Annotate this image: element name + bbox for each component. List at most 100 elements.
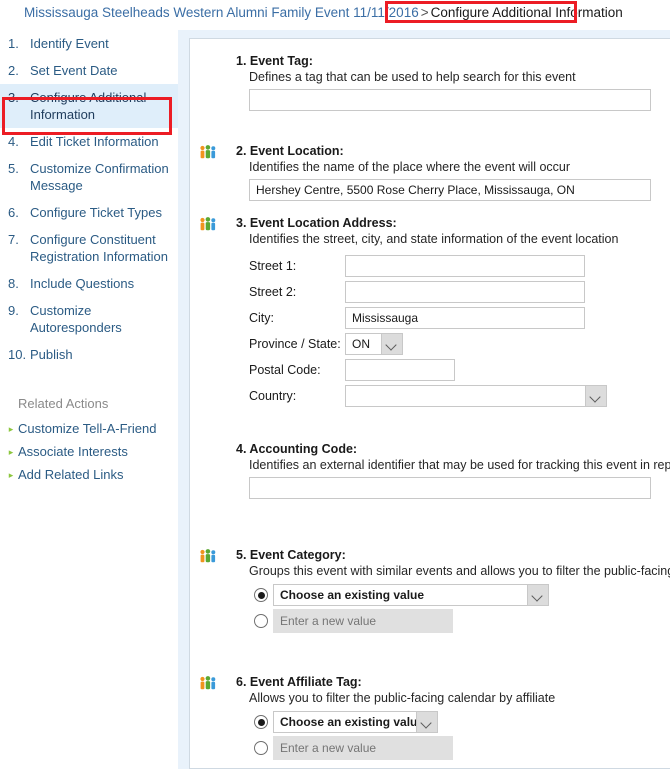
related-action-label: Customize Tell-A-Friend [18, 421, 157, 436]
event-affiliate-new-radio[interactable] [249, 741, 273, 755]
people-group-icon [200, 549, 216, 563]
form-container: 1. Event Tag: Defines a tag that can be … [189, 38, 670, 769]
sidebar-item-configure-additional-information[interactable]: 3. Configure Additional Information [0, 84, 178, 128]
sidebar-step-list: 1. Identify Event 2. Set Event Date 3. C… [0, 30, 178, 368]
event-category-new-input[interactable] [273, 609, 453, 633]
sidebar-item-identify-event[interactable]: 1. Identify Event [0, 30, 178, 57]
people-group-icon [200, 145, 216, 159]
breadcrumb: Mississauga Steelheads Western Alumni Fa… [0, 0, 670, 26]
event-location-input[interactable] [249, 179, 651, 201]
field-title: 3. Event Location Address: [236, 216, 397, 230]
address-row-city: City: [249, 305, 670, 331]
event-affiliate-existing-radio[interactable] [249, 715, 273, 729]
related-action-associate-interests[interactable]: ▸ Associate Interests [0, 440, 178, 463]
field-title: 4. Accounting Code: [236, 442, 358, 456]
event-affiliate-new-input[interactable] [273, 736, 453, 760]
breadcrumb-current: Configure Additional Information [430, 5, 623, 20]
field-title: 6. Event Affiliate Tag: [236, 675, 362, 689]
street1-input[interactable] [345, 255, 585, 277]
address-label: Province / State: [249, 337, 341, 351]
people-group-icon [200, 676, 216, 690]
people-group-icon [200, 217, 216, 231]
event-category-value: Choose an existing value [280, 588, 425, 602]
step-label: Publish [30, 347, 73, 362]
event-category-new-radio[interactable] [249, 614, 273, 628]
step-number: 4. [8, 134, 19, 149]
related-action-label: Associate Interests [18, 444, 128, 459]
step-label: Edit Ticket Information [30, 134, 159, 149]
field-title: 1. Event Tag: [236, 54, 313, 68]
chevron-down-icon[interactable] [416, 712, 437, 732]
step-label: Include Questions [30, 276, 135, 291]
bullet-arrow-icon: ▸ [8, 423, 14, 434]
step-number: 9. [8, 303, 19, 318]
field-description: Identifies the street, city, and state i… [249, 232, 619, 246]
related-action-add-related-links[interactable]: ▸ Add Related Links [0, 463, 178, 486]
event-category-existing-radio[interactable] [249, 588, 273, 602]
event-affiliate-options: Choose an existing value [249, 709, 670, 761]
step-number: 2. [8, 63, 19, 78]
step-number: 8. [8, 276, 19, 291]
event-tag-input[interactable] [249, 89, 651, 111]
event-affiliate-new-row [249, 735, 670, 761]
step-label: Configure Ticket Types [30, 205, 162, 220]
field-title: 2. Event Location: [236, 144, 344, 158]
address-row-street1: Street 1: [249, 253, 670, 279]
step-label: Set Event Date [30, 63, 118, 78]
step-label: Customize Autoresponders [30, 303, 122, 335]
related-action-customize-tell-a-friend[interactable]: ▸ Customize Tell-A-Friend [0, 417, 178, 440]
address-label: Street 2: [249, 285, 297, 299]
step-label: Identify Event [30, 36, 109, 51]
sidebar-item-customize-confirmation-message[interactable]: 5. Customize Confirmation Message [0, 155, 178, 199]
field-event-location-address: 3. Event Location Address: Identifies th… [190, 215, 670, 409]
event-affiliate-existing-row: Choose an existing value [249, 709, 670, 735]
province-state-select[interactable]: ON [345, 333, 403, 355]
address-label: City: [249, 311, 274, 325]
event-category-select[interactable]: Choose an existing value [273, 584, 549, 606]
breadcrumb-parent-link[interactable]: Mississauga Steelheads Western Alumni Fa… [24, 5, 419, 20]
sidebar-item-configure-ticket-types[interactable]: 6. Configure Ticket Types [0, 199, 178, 226]
sidebar-item-set-event-date[interactable]: 2. Set Event Date [0, 57, 178, 84]
step-number: 6. [8, 205, 19, 220]
address-row-province-state: Province / State: ON [249, 331, 670, 357]
field-event-category: 5. Event Category: Groups this event wit… [190, 547, 670, 634]
chevron-down-icon[interactable] [381, 334, 402, 354]
field-description: Identifies the name of the place where t… [249, 160, 571, 174]
address-fields: Street 1: Street 2: City: Province / Sta… [249, 253, 670, 409]
field-event-location: 2. Event Location: Identifies the name o… [190, 143, 670, 201]
field-event-affiliate-tag: 6. Event Affiliate Tag: Allows you to fi… [190, 674, 670, 761]
field-description: Identifies an external identifier that m… [249, 458, 670, 472]
event-category-existing-row: Choose an existing value [249, 582, 670, 608]
bullet-arrow-icon: ▸ [8, 469, 14, 480]
field-event-tag: 1. Event Tag: Defines a tag that can be … [190, 53, 670, 111]
related-action-label: Add Related Links [18, 467, 124, 482]
event-category-options: Choose an existing value [249, 582, 670, 634]
sidebar-item-configure-constituent-registration-information[interactable]: 7. Configure Constituent Registration In… [0, 226, 178, 270]
step-number: 5. [8, 161, 19, 176]
step-number: 10. [8, 347, 27, 362]
step-label: Configure Additional Information [30, 90, 147, 122]
chevron-down-icon[interactable] [585, 386, 606, 406]
sidebar-item-customize-autoresponders[interactable]: 9. Customize Autoresponders [0, 297, 178, 341]
accounting-code-input[interactable] [249, 477, 651, 499]
address-label: Postal Code: [249, 363, 321, 377]
field-accounting-code: 4. Accounting Code: Identifies an extern… [190, 441, 670, 499]
field-description: Groups this event with similar events an… [249, 564, 670, 578]
sidebar-item-edit-ticket-information[interactable]: 4. Edit Ticket Information [0, 128, 178, 155]
city-input[interactable] [345, 307, 585, 329]
chevron-down-icon[interactable] [527, 585, 548, 605]
postal-code-input[interactable] [345, 359, 455, 381]
sidebar-item-include-questions[interactable]: 8. Include Questions [0, 270, 178, 297]
step-number: 1. [8, 36, 19, 51]
address-row-street2: Street 2: [249, 279, 670, 305]
event-affiliate-value: Choose an existing value [280, 715, 425, 729]
event-affiliate-select[interactable]: Choose an existing value [273, 711, 438, 733]
step-label: Configure Constituent Registration Infor… [30, 232, 169, 264]
step-number: 7. [8, 232, 19, 247]
sidebar-item-publish[interactable]: 10. Publish [0, 341, 178, 368]
sidebar: 1. Identify Event 2. Set Event Date 3. C… [0, 30, 178, 769]
step-label: Customize Confirmation Message [30, 161, 169, 193]
country-select[interactable] [345, 385, 607, 407]
street2-input[interactable] [345, 281, 585, 303]
related-actions-heading: Related Actions [18, 396, 109, 411]
